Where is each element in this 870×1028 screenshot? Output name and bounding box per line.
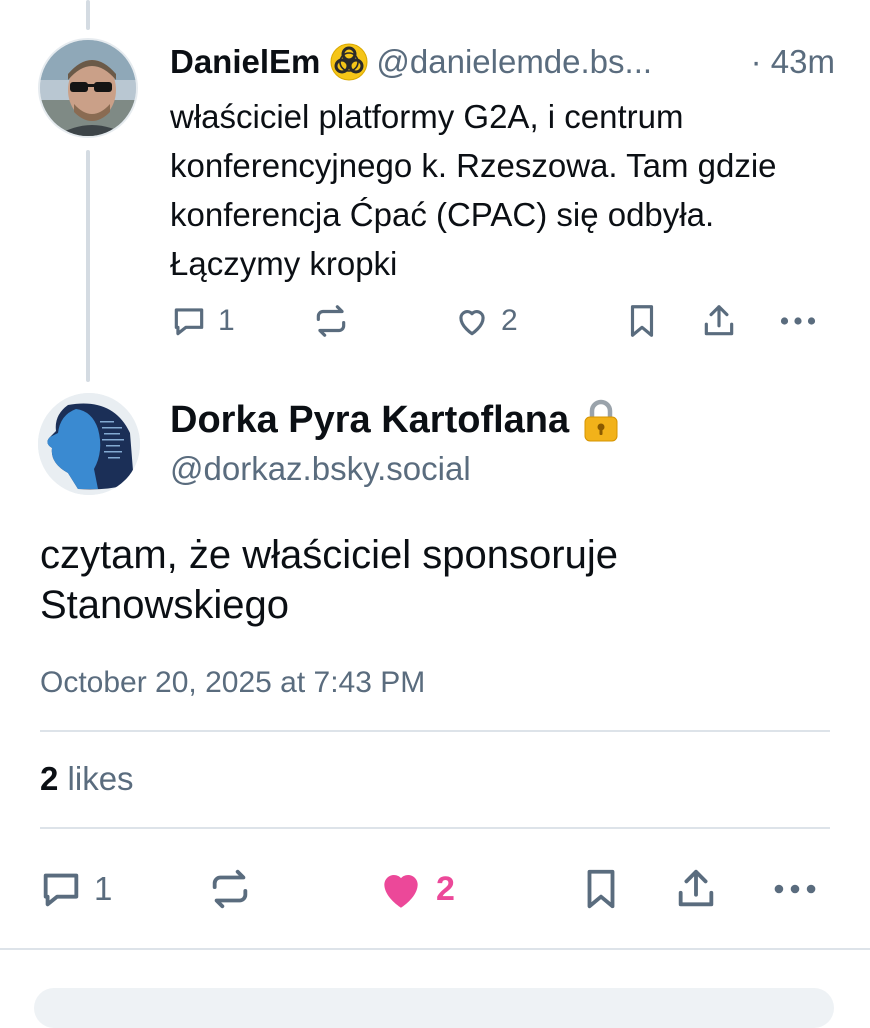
divider-bottom	[40, 827, 830, 829]
reply-time[interactable]: · 43m	[751, 43, 835, 81]
post-timestamp[interactable]: October 20, 2025 at 7:43 PM	[40, 666, 425, 700]
bookmark-icon	[630, 305, 654, 337]
reply-composer[interactable]	[34, 988, 834, 1028]
thread-line-bottom	[86, 150, 90, 382]
reply-bookmark-button[interactable]	[623, 302, 661, 340]
reply-like-button[interactable]: 2	[453, 302, 518, 340]
post-bookmark-button[interactable]	[578, 866, 624, 912]
reply-like-count: 2	[501, 304, 518, 337]
share-icon	[678, 869, 714, 907]
likes-summary[interactable]: 2 likes	[40, 760, 134, 798]
reply-text: właściciel platformy G2A, i centrum konf…	[170, 98, 777, 282]
post-comment-button[interactable]: 1	[38, 866, 112, 912]
comment-icon	[43, 873, 79, 907]
more-icon	[780, 317, 816, 325]
thread-line-top	[86, 0, 90, 30]
reply-comment-count: 1	[218, 304, 235, 337]
post-display-name-row: Dorka Pyra Kartoflana	[170, 398, 621, 442]
comment-icon	[174, 308, 204, 336]
section-divider	[0, 948, 870, 950]
reply-more-button[interactable]	[777, 302, 819, 340]
post-more-button[interactable]	[770, 866, 820, 912]
lock-icon	[581, 398, 621, 442]
reply-avatar[interactable]	[38, 38, 138, 138]
avatar-image	[38, 393, 140, 495]
heart-filled-icon	[384, 875, 418, 908]
post-text: czytam, że właściciel sponsoruje Stanows…	[40, 533, 618, 627]
post-like-count: 2	[436, 869, 455, 908]
post-repost-button[interactable]	[207, 866, 253, 912]
likes-label: likes	[67, 760, 134, 797]
reply-display-name[interactable]: DanielEm	[170, 43, 320, 81]
avatar-photo	[40, 40, 136, 136]
bookmark-icon	[587, 869, 615, 909]
post-handle[interactable]: @dorkaz.bsky.social	[170, 450, 471, 488]
repost-icon	[316, 305, 346, 337]
post-comment-count: 1	[94, 870, 113, 907]
biohazard-icon	[330, 43, 368, 81]
share-icon	[704, 305, 734, 336]
reply-repost-button[interactable]	[312, 302, 350, 340]
post-like-button[interactable]: 2	[376, 864, 455, 914]
reply-comment-button[interactable]: 1	[170, 302, 235, 340]
heart-outline-icon	[459, 310, 485, 336]
repost-icon	[212, 869, 248, 909]
more-icon	[774, 884, 816, 894]
reply-share-button[interactable]	[700, 302, 738, 340]
post-avatar[interactable]	[38, 393, 140, 495]
likes-count: 2	[40, 760, 59, 797]
divider-top	[40, 730, 830, 732]
reply-header: DanielEm @danielemde.bs... · 43m	[170, 40, 835, 84]
reply-handle[interactable]: @danielemde.bs...	[376, 43, 736, 81]
post-share-button[interactable]	[673, 866, 719, 912]
post-display-name[interactable]: Dorka Pyra Kartoflana	[170, 399, 569, 442]
